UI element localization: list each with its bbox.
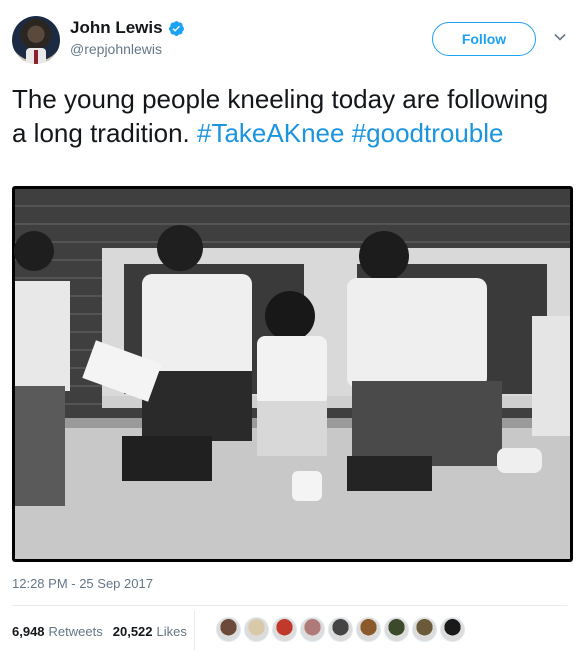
tweet-timestamp[interactable]: 12:28 PM - 25 Sep 2017 [12,576,153,591]
retweets-stat[interactable]: 6,948 Retweets [12,624,103,639]
avatar-tie [34,50,38,64]
verified-badge-icon [168,20,184,36]
likes-stat[interactable]: 20,522 Likes [113,624,187,639]
liker-avatar[interactable] [244,617,269,642]
liker-avatar[interactable] [272,617,297,642]
author-handle[interactable]: @repjohnlewis [70,41,185,57]
liker-avatar[interactable] [440,617,465,642]
retweets-label[interactable]: Retweets [49,624,103,639]
author-avatar[interactable] [12,16,60,64]
tweet-stats: 6,948 Retweets 20,522 Likes [12,614,197,648]
hashtag-takeaknee-link[interactable]: #TakeAKnee [197,118,344,148]
liker-avatar[interactable] [412,617,437,642]
tweet-header: John Lewis @repjohnlewis Follow [12,12,567,64]
retweets-count[interactable]: 6,948 [12,624,45,639]
liker-avatar[interactable] [216,617,241,642]
tweet-text: The young people kneeling today are foll… [12,82,567,150]
follow-button[interactable]: Follow [432,22,536,56]
likes-count[interactable]: 20,522 [113,624,153,639]
author-display-name[interactable]: John Lewis [70,18,185,38]
tweet-photo[interactable] [12,186,573,562]
liker-avatars [216,617,465,642]
hashtag-goodtrouble-link[interactable]: #goodtrouble [352,118,504,148]
display-name-text[interactable]: John Lewis [70,18,163,38]
liker-avatar[interactable] [384,617,409,642]
chevron-down-icon[interactable] [553,30,567,44]
stats-divider [12,605,567,606]
author-names[interactable]: John Lewis @repjohnlewis [70,18,185,57]
stats-separator [194,610,195,650]
photo-illustration [14,189,570,559]
liker-avatar[interactable] [328,617,353,642]
liker-avatar[interactable] [356,617,381,642]
liker-avatar[interactable] [300,617,325,642]
likes-label[interactable]: Likes [157,624,187,639]
